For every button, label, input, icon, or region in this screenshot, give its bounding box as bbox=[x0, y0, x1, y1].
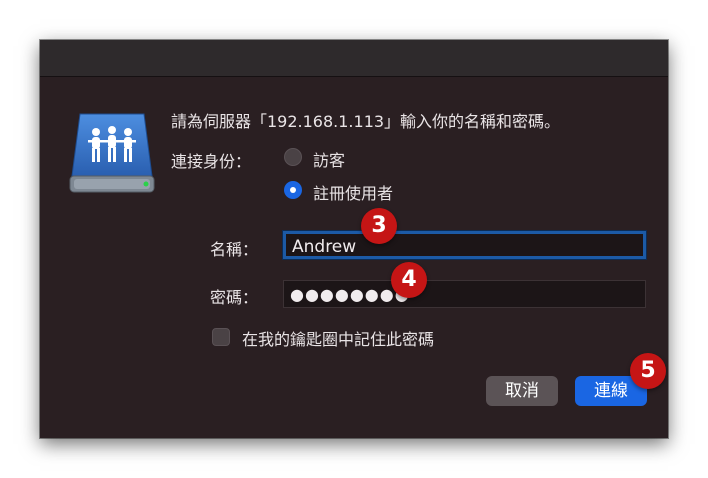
registered-user-radio[interactable] bbox=[284, 181, 302, 199]
guest-radio[interactable] bbox=[284, 148, 302, 166]
registered-user-option-label[interactable]: 註冊使用者 bbox=[313, 180, 393, 204]
prompt-text: 請為伺服器「192.168.1.113」輸入你的名稱和密碼。 bbox=[171, 112, 561, 131]
remember-password-checkbox[interactable] bbox=[212, 328, 230, 346]
connect-to-server-dialog: 請為伺服器「192.168.1.113」輸入你的名稱和密碼。 連接身份： 訪客 … bbox=[40, 40, 668, 438]
cancel-button[interactable]: 取消 bbox=[486, 376, 558, 406]
password-field[interactable]: ●●●●●●●● bbox=[283, 280, 646, 308]
remember-password-label[interactable]: 在我的鑰匙圈中記住此密碼 bbox=[242, 326, 434, 350]
dialog-titlebar bbox=[40, 40, 668, 77]
step-badge-3: 3 bbox=[361, 208, 397, 244]
name-label: 名稱： bbox=[210, 240, 259, 259]
step-badge-5: 5 bbox=[630, 353, 666, 389]
step-badge-4: 4 bbox=[391, 262, 427, 298]
guest-option-label[interactable]: 訪客 bbox=[313, 147, 345, 171]
shared-server-icon bbox=[69, 113, 155, 193]
name-field[interactable]: Andrew bbox=[283, 231, 646, 259]
password-label: 密碼： bbox=[210, 288, 259, 307]
connect-as-label: 連接身份： bbox=[171, 152, 252, 171]
